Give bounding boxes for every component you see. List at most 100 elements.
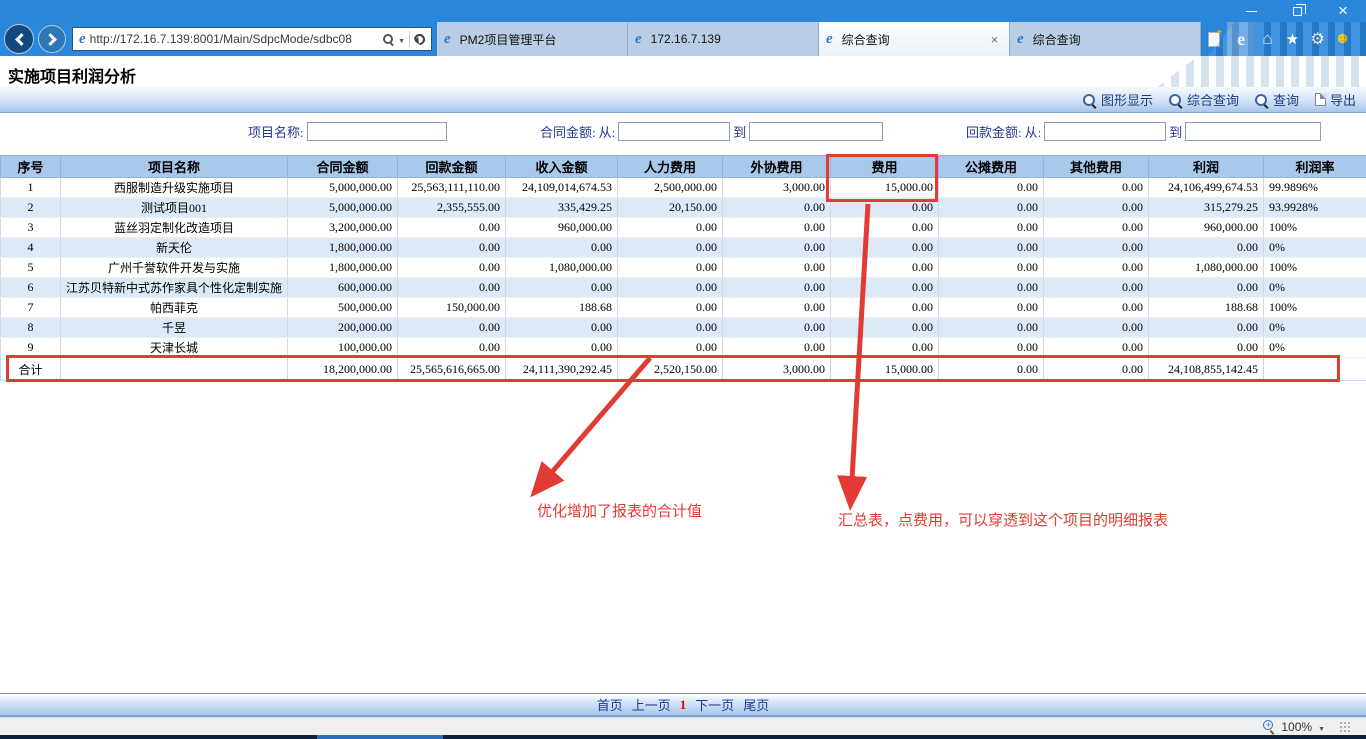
fee-cell[interactable]: 0.00 [831, 218, 939, 238]
search-icon[interactable] [382, 33, 394, 45]
table-cell: 1,080,000.00 [1149, 258, 1264, 278]
pagination-bar: 首页上一页 1 下一页尾页 [0, 693, 1366, 717]
table-cell: 0.00 [939, 178, 1044, 198]
address-bar[interactable]: http://172.16.7.139:8001/Main/SdpcMode/s… [72, 27, 432, 51]
favorites-button[interactable] [1280, 22, 1305, 56]
table-cell: 0.00 [506, 318, 618, 338]
feedback-button[interactable] [1330, 22, 1355, 56]
contract-amount-to-input[interactable] [749, 122, 883, 141]
fee-cell[interactable]: 0.00 [831, 238, 939, 258]
table-cell: 0% [1264, 318, 1366, 338]
table-cell: 5,000,000.00 [288, 178, 398, 198]
forward-button[interactable] [38, 25, 66, 53]
status-bar: 100% [0, 717, 1366, 735]
table-cell: 200,000.00 [288, 318, 398, 338]
fee-cell[interactable]: 0.00 [831, 258, 939, 278]
table-cell: 0.00 [723, 258, 831, 278]
export-button[interactable]: 导出 [1315, 90, 1356, 109]
tab-combined-query-2[interactable]: 综合查询 [1010, 22, 1201, 56]
column-header: 序号 [1, 156, 61, 178]
address-dropdown-icon[interactable] [398, 30, 405, 48]
table-cell: 0.00 [1044, 298, 1149, 318]
next-page-link[interactable]: 下一页 [695, 695, 734, 714]
table-cell: 500,000.00 [288, 298, 398, 318]
table-cell: 4 [1, 238, 61, 258]
table-cell: 0.00 [1044, 218, 1149, 238]
table-cell: 0.00 [1044, 198, 1149, 218]
project-name-input[interactable] [307, 122, 447, 141]
column-header: 收入金额 [506, 156, 618, 178]
graph-display-button[interactable]: 图形显示 [1083, 90, 1153, 109]
project-name-label: 项目名称: [248, 122, 304, 141]
query-button[interactable]: 查询 [1255, 90, 1299, 109]
column-header: 利润率 [1264, 156, 1366, 178]
column-header: 回款金额 [398, 156, 506, 178]
table-row: 7帕西菲克500,000.00150,000.00188.680.000.000… [1, 298, 1366, 318]
received-amount-from-input[interactable] [1044, 122, 1166, 141]
tab-close-icon[interactable]: × [987, 32, 1002, 47]
table-total-row: 合计18,200,000.0025,565,616,665.0024,111,3… [1, 358, 1366, 381]
table-cell: 24,109,014,674.53 [506, 178, 618, 198]
contract-amount-from-input[interactable] [618, 122, 730, 141]
tab-ip-address[interactable]: 172.16.7.139 [628, 22, 819, 56]
table-cell: 188.68 [506, 298, 618, 318]
table-cell: 0.00 [1044, 178, 1149, 198]
gear-icon [1310, 29, 1324, 49]
table-cell: 2,500,000.00 [618, 178, 723, 198]
open-edge-button[interactable] [1227, 22, 1255, 56]
fee-cell[interactable]: 0.00 [831, 278, 939, 298]
tab-combined-query-active[interactable]: 综合查询× [819, 22, 1010, 56]
zoom-magnifier-icon[interactable] [1262, 720, 1275, 733]
table-cell: 0.00 [618, 238, 723, 258]
first-page-link[interactable]: 首页 [597, 695, 623, 714]
tab-pm2-platform[interactable]: PM2项目管理平台 [437, 22, 628, 56]
combined-query-button[interactable]: 综合查询 [1169, 90, 1239, 109]
table-cell: 3 [1, 218, 61, 238]
zoom-level[interactable]: 100% [1281, 720, 1312, 734]
table-cell: 0.00 [723, 298, 831, 318]
column-header: 合同金额 [288, 156, 398, 178]
table-cell: 2 [1, 198, 61, 218]
fee-cell[interactable]: 15,000.00 [831, 178, 939, 198]
table-cell: 18,200,000.00 [288, 358, 398, 381]
fee-cell[interactable]: 0.00 [831, 298, 939, 318]
taskbar-active-segment [317, 735, 443, 739]
last-page-link[interactable]: 尾页 [743, 695, 769, 714]
page-title: 实施项目利润分析 [8, 63, 136, 87]
table-cell: 0.00 [939, 298, 1044, 318]
received-amount-label: 回款金额: [966, 122, 1022, 141]
table-row: 3蓝丝羽定制化改造项目3,200,000.000.00960,000.000.0… [1, 218, 1366, 238]
resize-grip[interactable] [1339, 721, 1350, 732]
new-tab-button[interactable] [1201, 22, 1227, 56]
received-amount-to-input[interactable] [1185, 122, 1321, 141]
minimize-button[interactable] [1228, 0, 1274, 22]
fee-cell[interactable]: 0.00 [831, 338, 939, 358]
table-cell: 0.00 [506, 238, 618, 258]
table-row: 1西服制造升级实施项目5,000,000.0025,563,111,110.00… [1, 178, 1366, 198]
table-cell: 7 [1, 298, 61, 318]
table-cell: 5,000,000.00 [288, 198, 398, 218]
report-toolbar: 图形显示综合查询查询导出 [0, 87, 1366, 113]
fee-cell[interactable]: 0.00 [831, 198, 939, 218]
table-cell: 0.00 [398, 338, 506, 358]
close-button[interactable] [1320, 0, 1366, 22]
restore-button[interactable] [1274, 0, 1320, 22]
table-cell: 0.00 [1044, 338, 1149, 358]
back-arrow-icon [15, 33, 28, 46]
table-cell: 150,000.00 [398, 298, 506, 318]
table-cell: 1 [1, 178, 61, 198]
tools-button[interactable] [1305, 22, 1330, 56]
fee-cell[interactable]: 0.00 [831, 318, 939, 338]
refresh-icon[interactable] [412, 31, 428, 47]
taskbar-edge [0, 735, 1366, 739]
fee-cell[interactable]: 15,000.00 [831, 358, 939, 381]
zoom-dropdown-icon[interactable] [1318, 720, 1325, 734]
table-cell: 0.00 [723, 218, 831, 238]
table-cell: 3,000.00 [723, 358, 831, 381]
table-row: 9天津长城100,000.000.000.000.000.000.000.000… [1, 338, 1366, 358]
home-button[interactable] [1255, 22, 1280, 56]
back-button[interactable] [4, 24, 34, 54]
export-icon [1315, 93, 1326, 106]
current-page-number: 1 [680, 697, 687, 713]
prev-page-link[interactable]: 上一页 [632, 695, 671, 714]
